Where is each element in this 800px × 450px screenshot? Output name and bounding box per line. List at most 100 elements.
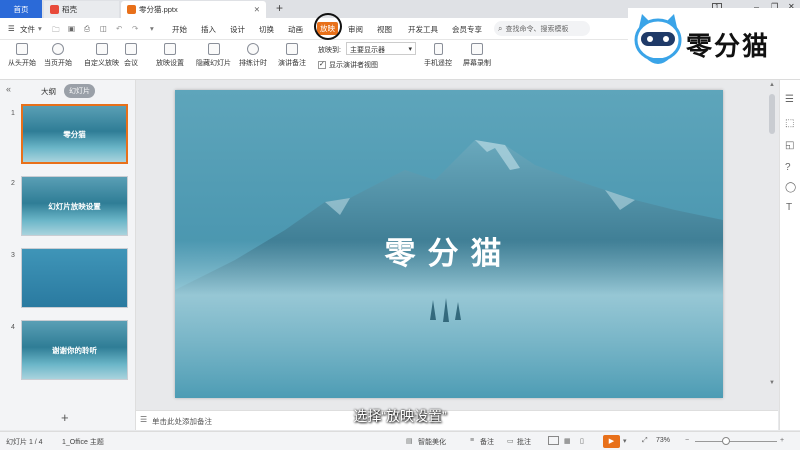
presenter-view-label: 显示演讲者视图 bbox=[329, 62, 378, 69]
comments-button[interactable]: 批注 bbox=[517, 437, 531, 447]
help-icon[interactable]: ? bbox=[785, 162, 791, 173]
right-toolbar: ☰ ⬚ ◱ ? ◯ T bbox=[779, 80, 800, 430]
highlight-circle bbox=[314, 13, 342, 40]
meeting-button[interactable]: 会议 bbox=[124, 43, 138, 68]
rehearse-timing-button[interactable]: 排练计时 bbox=[239, 43, 267, 68]
speaker-notes-label: 演讲备注 bbox=[278, 60, 306, 67]
display-select[interactable]: 主要显示器 ▾ bbox=[346, 42, 416, 55]
screen-record-button[interactable]: 屏幕录制 bbox=[463, 43, 491, 68]
print-icon[interactable]: ⎙ bbox=[84, 24, 90, 34]
zoom-slider[interactable] bbox=[695, 441, 777, 442]
chevron-down-icon[interactable]: ▾ bbox=[623, 437, 627, 445]
search-input[interactable]: 查找命令、搜索模板 bbox=[505, 24, 568, 34]
zoom-slider-thumb[interactable] bbox=[722, 437, 730, 445]
scroll-down-icon[interactable]: ▼ bbox=[769, 380, 775, 386]
phone-remote-button[interactable]: 手机遥控 bbox=[424, 43, 452, 68]
smart-beautify-button[interactable]: 智能美化 bbox=[418, 437, 446, 447]
notes-toggle-icon[interactable]: ≡ bbox=[470, 437, 474, 444]
folder-icon[interactable]: 🗀 bbox=[52, 24, 60, 37]
menu-icon[interactable]: ☰ bbox=[785, 94, 794, 105]
zoom-in-icon[interactable]: + bbox=[780, 437, 784, 444]
sorter-view-icon[interactable]: ▦ bbox=[564, 437, 571, 445]
tab-docer-label: 稻壳 bbox=[62, 5, 77, 14]
slide-thumbnail-3[interactable] bbox=[21, 248, 128, 308]
chevron-down-icon[interactable]: ▾ bbox=[38, 24, 42, 33]
idea-icon[interactable]: ◯ bbox=[785, 182, 796, 193]
menu-insert[interactable]: 插入 bbox=[201, 24, 216, 35]
scroll-up-icon[interactable]: ▲ bbox=[769, 82, 775, 88]
text-icon[interactable]: T bbox=[786, 202, 792, 213]
zoom-out-icon[interactable]: − bbox=[685, 437, 689, 444]
fit-icon[interactable]: ⤢ bbox=[642, 437, 648, 445]
hamburger-icon[interactable]: ☰ bbox=[8, 24, 15, 33]
slide-title[interactable]: 零分猫 bbox=[175, 228, 723, 273]
play-from-start-button[interactable]: 从头开始 bbox=[8, 43, 36, 68]
scroll-thumb[interactable] bbox=[769, 94, 775, 134]
slide-canvas[interactable]: 零分猫 bbox=[175, 90, 723, 398]
collapse-icon[interactable]: « bbox=[6, 84, 11, 94]
close-tab-icon[interactable]: ✕ bbox=[254, 5, 260, 14]
slide-thumbnail-4[interactable]: 谢谢你的聆听 bbox=[21, 320, 128, 380]
slide-number: 2 bbox=[11, 180, 15, 187]
search-box[interactable]: ⌕ 查找命令、搜索模板 bbox=[494, 21, 590, 36]
add-slide-button[interactable]: + bbox=[61, 410, 69, 425]
beautify-icon[interactable]: ▤ bbox=[406, 437, 413, 445]
slides-tab[interactable]: 幻灯片 bbox=[64, 84, 95, 98]
brand-name: 零分猫 bbox=[686, 31, 771, 61]
menu-transition[interactable]: 切换 bbox=[259, 24, 274, 35]
shapes-icon[interactable]: ◱ bbox=[785, 140, 794, 151]
outline-tab[interactable]: 大纲 bbox=[41, 86, 56, 97]
status-bar: 幻灯片 1 / 4 1_Office 主题 ▤ 智能美化 ≡ 备注 ▭ 批注 ▦… bbox=[0, 431, 800, 450]
presenter-view-option[interactable]: ✓ 显示演讲者视图 bbox=[318, 60, 378, 70]
menu-developer[interactable]: 开发工具 bbox=[408, 24, 438, 35]
save-icon[interactable]: ▣ bbox=[68, 24, 75, 33]
comment-icon[interactable]: ▭ bbox=[507, 437, 514, 445]
stopwatch-icon bbox=[247, 43, 259, 55]
search-icon: ⌕ bbox=[498, 23, 503, 33]
redo-icon[interactable]: ↷ bbox=[132, 24, 138, 33]
theme-name: 1_Office 主题 bbox=[62, 439, 104, 446]
menu-start[interactable]: 开始 bbox=[172, 24, 187, 35]
checkbox-icon[interactable]: ✓ bbox=[318, 61, 326, 69]
slideshow-settings-label: 放映设置 bbox=[156, 60, 184, 67]
zoom-level[interactable]: 73% bbox=[656, 437, 670, 444]
vertical-scrollbar[interactable]: ▲ ▼ bbox=[766, 80, 778, 410]
cat-robot-logo-icon bbox=[634, 14, 682, 64]
tab-home[interactable]: 首页 bbox=[0, 0, 42, 18]
slide-thumbnail-2[interactable]: 幻灯片放映设置 bbox=[21, 176, 128, 236]
undo-icon[interactable]: ↶ bbox=[116, 24, 122, 33]
preview-icon[interactable]: ◫ bbox=[100, 24, 107, 33]
speaker-notes-button[interactable]: 演讲备注 bbox=[278, 43, 306, 68]
select-icon[interactable]: ⬚ bbox=[785, 118, 794, 129]
chevron-down-icon: ▾ bbox=[408, 46, 412, 53]
menu-file[interactable]: 文件 bbox=[20, 24, 35, 35]
reading-view-icon[interactable]: ▯ bbox=[580, 437, 584, 445]
custom-show-label: 自定义放映 bbox=[84, 60, 119, 67]
tab-document[interactable]: 零分猫.pptx ✕ bbox=[121, 1, 266, 18]
hide-slide-button[interactable]: 隐藏幻灯片 bbox=[196, 43, 231, 68]
ppt-file-icon bbox=[127, 5, 136, 14]
more-icon[interactable]: ▾ bbox=[150, 24, 154, 33]
menu-view[interactable]: 视图 bbox=[377, 24, 392, 35]
custom-show-button[interactable]: 自定义放映 bbox=[84, 43, 119, 68]
play-slideshow-button[interactable]: ▶ bbox=[603, 435, 620, 448]
menu-animation[interactable]: 动画 bbox=[288, 24, 303, 35]
normal-view-button[interactable] bbox=[548, 436, 559, 445]
menu-member[interactable]: 会员专享 bbox=[452, 24, 482, 35]
notes-icon: ☰ bbox=[140, 415, 148, 424]
tab-document-label: 零分猫.pptx bbox=[139, 5, 178, 14]
tab-home-label: 首页 bbox=[13, 4, 29, 14]
meeting-label: 会议 bbox=[124, 60, 138, 67]
hide-slide-label: 隐藏幻灯片 bbox=[196, 60, 231, 67]
slideshow-settings-button[interactable]: 放映设置 bbox=[156, 43, 184, 68]
play-from-current-label: 当页开始 bbox=[44, 60, 72, 67]
notes-toggle-button[interactable]: 备注 bbox=[480, 437, 494, 447]
slide-thumbnail-1[interactable]: 零分猫 bbox=[21, 104, 128, 164]
play-from-current-button[interactable]: 当页开始 bbox=[44, 43, 72, 68]
new-tab-button[interactable]: + bbox=[276, 1, 283, 15]
menu-review[interactable]: 审阅 bbox=[348, 24, 363, 35]
tab-docer[interactable]: 稻壳 bbox=[44, 1, 119, 18]
monitor-play-icon bbox=[16, 43, 28, 55]
menu-design[interactable]: 设计 bbox=[230, 24, 245, 35]
notes-placeholder[interactable]: 单击此处添加备注 bbox=[152, 416, 212, 427]
